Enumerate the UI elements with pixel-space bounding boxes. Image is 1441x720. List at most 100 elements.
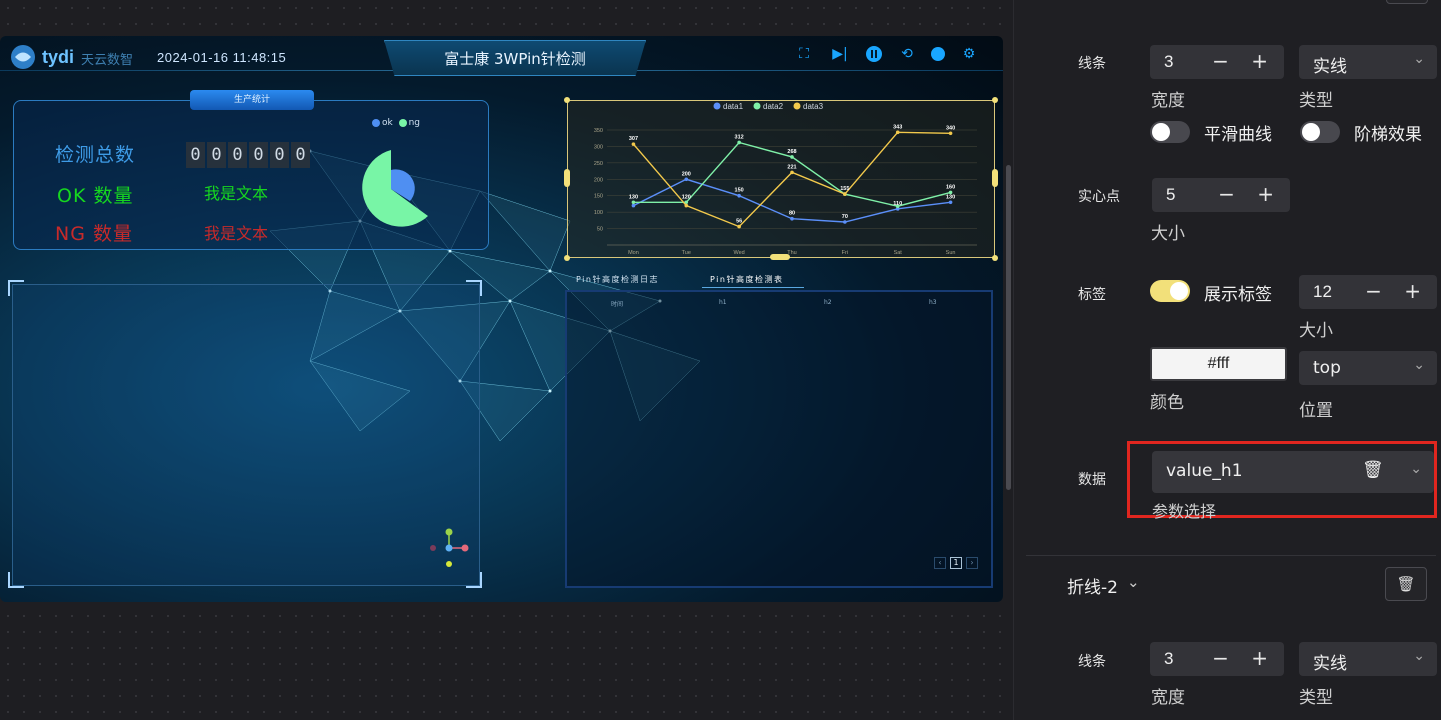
position-select[interactable]: top ⌄ [1299, 351, 1437, 385]
line-width-value: 3 [1164, 52, 1174, 71]
data-label: 307 [629, 136, 638, 142]
legend-marker [793, 102, 801, 110]
pie-legend: ok ng [372, 118, 420, 128]
param-label: 参数选择 [1152, 502, 1217, 521]
digit: 0 [207, 142, 226, 168]
x-tick-label: Mon [628, 250, 639, 256]
section2-title[interactable]: 折线-2 [1067, 573, 1118, 598]
data-point [895, 130, 900, 135]
data-label: 130 [629, 194, 638, 200]
step-toggle[interactable] [1300, 121, 1340, 143]
stepper-buttons[interactable]: − + [1212, 49, 1276, 73]
position-value: top [1313, 358, 1341, 378]
top-partial-button[interactable] [1386, 0, 1428, 4]
data-label: 160 [946, 184, 955, 190]
param-value: value_h1 [1166, 461, 1243, 481]
line-row-label: 线条 [1078, 56, 1106, 72]
dashboard-title: 富士康 3WPin针检测 [444, 50, 586, 68]
step-label: 阶梯效果 [1354, 125, 1422, 145]
tab-log[interactable]: Pin针高度检测日志 [576, 274, 659, 285]
data-label: 120 [682, 194, 691, 200]
x-tick-label: Thu [787, 250, 796, 256]
play-step-icon[interactable]: ▶| [830, 44, 850, 64]
color-swatch[interactable]: #fff [1150, 347, 1287, 381]
point-size-value: 5 [1166, 185, 1176, 204]
data-point [684, 177, 689, 182]
chevron-down-icon[interactable]: ⌄ [1127, 573, 1140, 591]
data-label: 200 [682, 171, 691, 177]
logo-text: tydi [42, 47, 75, 67]
table-header-h2: h2 [824, 299, 832, 306]
data-point [843, 192, 847, 196]
table-header-h1: h1 [719, 299, 727, 306]
data-point [948, 131, 953, 136]
stepper-buttons[interactable]: − + [1212, 646, 1276, 670]
data-label: 110 [893, 201, 902, 207]
chevron-down-icon: ⌄ [1413, 357, 1425, 373]
show-tag-label: 展示标签 [1204, 285, 1272, 305]
data-label: 155 [840, 186, 849, 192]
trash-icon[interactable]: 🗑 [1362, 460, 1384, 480]
data-point [948, 200, 953, 205]
tab-table[interactable]: Pin针高度检测表 [710, 274, 783, 285]
line-type-select[interactable]: 实线 ⌄ [1299, 45, 1437, 79]
record-icon[interactable] [928, 44, 948, 64]
y-tick-label: 250 [594, 161, 603, 167]
delete-section-button[interactable]: 🗑 [1385, 567, 1427, 601]
stepper-buttons[interactable]: − + [1218, 182, 1282, 206]
refresh-icon[interactable]: ⟲ [897, 44, 917, 64]
line-chart: 50 100 150 200 250 300 350 Mon Tue Wed Thu Fri Sat Su… [594, 102, 977, 256]
gear-icon[interactable]: ⚙ [959, 44, 979, 64]
pause-icon[interactable] [864, 44, 884, 64]
show-tag-toggle[interactable] [1150, 280, 1190, 302]
table-header-time: 时间 [611, 301, 624, 308]
line2-width-stepper[interactable]: 3 − + [1150, 642, 1284, 676]
ok-label: OK 数量 [57, 185, 134, 207]
color-value: #fff [1207, 355, 1230, 372]
legend-marker [713, 102, 721, 110]
point-size-stepper[interactable]: 5 − + [1152, 178, 1290, 212]
position-label: 位置 [1299, 401, 1333, 421]
total-label: 检测总数 [55, 144, 136, 166]
stepper-buttons[interactable]: − + [1365, 279, 1429, 303]
y-tick-label: 300 [594, 144, 603, 150]
ok-value: 我是文本 [204, 184, 269, 203]
chevron-down-icon: ⌄ [1413, 648, 1425, 664]
left-frame [12, 284, 480, 586]
data-point [790, 155, 794, 159]
digit: 0 [249, 142, 268, 168]
ng-label: NG 数量 [55, 223, 133, 245]
x-tick-label: Sat [894, 250, 903, 256]
data-label: 70 [842, 214, 848, 220]
canvas-scrollbar[interactable] [1006, 165, 1011, 490]
ng-value: 我是文本 [204, 224, 269, 243]
pagination: ‹ 1 › [934, 557, 978, 569]
stats-panel-tab: 生产统计 [190, 90, 314, 110]
axis-gizmo-icon [430, 528, 469, 567]
page-next-button[interactable]: › [966, 557, 978, 569]
legend-label: data2 [763, 102, 784, 111]
line-width-label: 宽度 [1151, 91, 1185, 111]
dashboard-preview: tydi 天云数智 2024-01-16 11:48:15 富士康 3WPin针… [0, 36, 1003, 602]
data-point [631, 203, 636, 208]
line2-type-select[interactable]: 实线 ⌄ [1299, 642, 1437, 676]
tag-size-stepper[interactable]: 12 − + [1299, 275, 1437, 309]
x-tick-label: Fri [842, 250, 848, 256]
data-label: 130 [946, 194, 955, 200]
data-label: 340 [946, 125, 955, 131]
line2-width-label: 宽度 [1151, 688, 1185, 708]
line2-width-value: 3 [1164, 649, 1174, 668]
line-width-stepper[interactable]: 3 − + [1150, 45, 1284, 79]
fullscreen-icon[interactable]: ⛶ [794, 44, 814, 64]
tag-size-label: 大小 [1299, 321, 1333, 341]
smooth-toggle[interactable] [1150, 121, 1190, 143]
line2-type-label: 类型 [1299, 688, 1333, 708]
tab-active-indicator [702, 287, 804, 288]
data-point [631, 142, 636, 146]
page-current[interactable]: 1 [950, 557, 962, 569]
line-type-label: 类型 [1299, 91, 1333, 111]
page-prev-button[interactable]: ‹ [934, 557, 946, 569]
y-tick-label: 150 [594, 194, 603, 200]
data-point [684, 203, 689, 208]
param-select[interactable]: value_h1 🗑 ⌄ [1152, 451, 1434, 493]
